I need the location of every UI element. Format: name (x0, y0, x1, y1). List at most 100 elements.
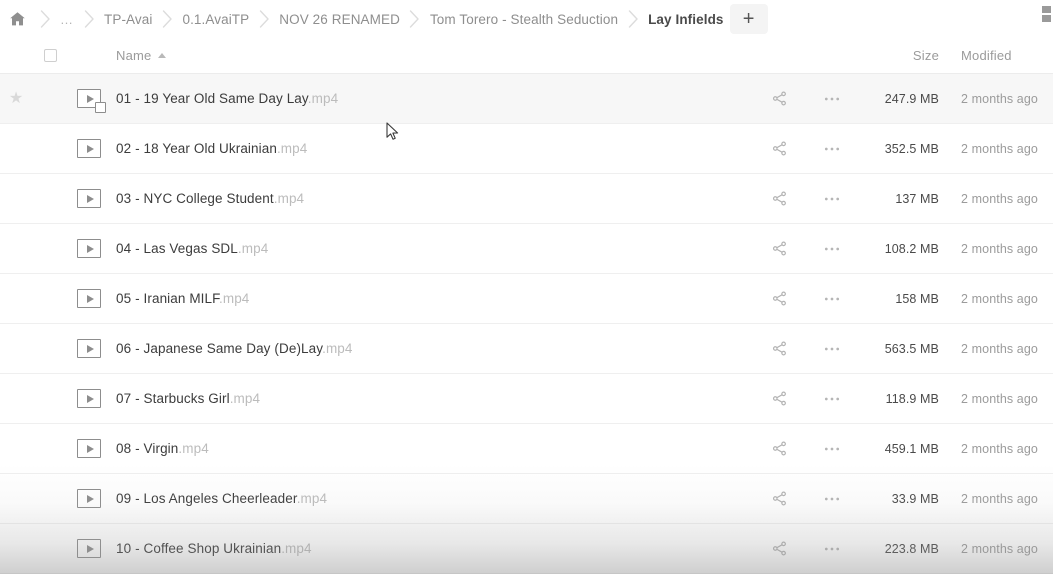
table-row[interactable]: 03 - NYC College Student.mp4 137 MB 2 mont… (0, 174, 1053, 224)
file-size-cell: 108.2 MB (857, 240, 943, 258)
more-horizontal-icon[interactable] (824, 146, 840, 152)
share-icon[interactable] (772, 241, 787, 256)
file-name-cell[interactable]: 08 - Virgin.mp4 (114, 440, 751, 458)
more-horizontal-icon[interactable] (824, 296, 840, 302)
share-icon[interactable] (772, 91, 787, 106)
more-cell[interactable] (807, 196, 857, 202)
share-cell[interactable] (751, 291, 807, 306)
file-name-link[interactable]: 05 - Iranian MILF.mp4 (116, 291, 249, 306)
share-cell[interactable] (751, 541, 807, 556)
file-extension: .mp4 (219, 290, 250, 306)
header-size-column[interactable]: Size (857, 47, 943, 65)
file-size-cell: 137 MB (857, 190, 943, 208)
header-modified-column[interactable]: Modified (943, 47, 1053, 65)
table-row[interactable]: 09 - Los Angeles Cheerleader.mp4 33.9 MB 2… (0, 474, 1053, 524)
table-row[interactable]: 02 - 18 Year Old Ukrainian.mp4 352.5 MB 2 … (0, 124, 1053, 174)
file-name-cell[interactable]: 10 - Coffee Shop Ukrainian.mp4 (114, 540, 751, 558)
share-cell[interactable] (751, 491, 807, 506)
star-cell[interactable]: ★ (0, 90, 32, 107)
breadcrumb-item[interactable]: 0.1.AvaiTP (180, 8, 251, 31)
more-cell[interactable] (807, 546, 857, 552)
more-horizontal-icon[interactable] (824, 346, 840, 352)
share-icon[interactable] (772, 191, 787, 206)
column-header-row: Name Size Modified (0, 38, 1053, 74)
select-all-checkbox[interactable] (43, 49, 57, 62)
file-name-cell[interactable]: 04 - Las Vegas SDL.mp4 (114, 240, 751, 258)
share-icon[interactable] (772, 441, 787, 456)
share-icon[interactable] (772, 391, 787, 406)
more-cell[interactable] (807, 496, 857, 502)
sort-ascending-icon[interactable] (158, 53, 167, 58)
share-cell[interactable] (751, 91, 807, 106)
share-cell[interactable] (751, 141, 807, 156)
share-cell[interactable] (751, 391, 807, 406)
file-name-cell[interactable]: 07 - Starbucks Girl.mp4 (114, 390, 751, 408)
header-name-column[interactable]: Name (114, 48, 751, 63)
share-cell[interactable] (751, 441, 807, 456)
more-cell[interactable] (807, 346, 857, 352)
breadcrumb-item[interactable]: NOV 26 RENAMED (277, 8, 402, 31)
more-cell[interactable] (807, 96, 857, 102)
file-name-text: 10 - Coffee Shop Ukrainian (116, 540, 282, 556)
table-row[interactable]: 06 - Japanese Same Day (De)Lay.mp4 563.5 … (0, 324, 1053, 374)
video-file-icon (77, 489, 101, 508)
more-horizontal-icon[interactable] (824, 546, 840, 552)
file-modified-cell: 2 months ago (943, 440, 1053, 458)
share-icon[interactable] (772, 541, 787, 556)
more-horizontal-icon[interactable] (824, 196, 840, 202)
more-dot (1041, 15, 1051, 22)
more-cell[interactable] (807, 146, 857, 152)
share-cell[interactable] (751, 191, 807, 206)
more-horizontal-icon[interactable] (824, 246, 840, 252)
home-icon[interactable] (6, 8, 28, 30)
more-cell[interactable] (807, 246, 857, 252)
star-icon[interactable]: ★ (9, 90, 23, 107)
more-cell[interactable] (807, 396, 857, 402)
file-name-cell[interactable]: 01 - 19 Year Old Same Day Lay.mp4 (114, 90, 751, 108)
file-name-cell[interactable]: 09 - Los Angeles Cheerleader.mp4 (114, 490, 751, 508)
breadcrumb-item[interactable]: … (58, 8, 76, 31)
table-row[interactable]: 08 - Virgin.mp4 459.1 MB 2 months ago (0, 424, 1053, 474)
file-name-link[interactable]: 07 - Starbucks Girl.mp4 (116, 391, 260, 406)
breadcrumb-item[interactable]: Tom Torero - Stealth Seduction (428, 8, 620, 31)
table-row[interactable]: 04 - Las Vegas SDL.mp4 108.2 MB 2 months a… (0, 224, 1053, 274)
file-name-link[interactable]: 04 - Las Vegas SDL.mp4 (116, 241, 268, 256)
more-vertical-icon[interactable] (1039, 4, 1053, 24)
table-row[interactable]: 07 - Starbucks Girl.mp4 118.9 MB 2 months … (0, 374, 1053, 424)
more-horizontal-icon[interactable] (824, 396, 840, 402)
share-cell[interactable] (751, 341, 807, 356)
table-row[interactable]: 10 - Coffee Shop Ukrainian.mp4 223.8 MB 2 … (0, 524, 1053, 574)
more-horizontal-icon[interactable] (824, 96, 840, 102)
more-cell[interactable] (807, 446, 857, 452)
share-icon[interactable] (772, 491, 787, 506)
more-horizontal-icon[interactable] (824, 446, 840, 452)
add-button[interactable]: + (729, 4, 768, 34)
breadcrumb-bar: … TP-Avai 0.1.AvaiTP NOV 26 RENAMED Tom Tore… (0, 0, 1053, 38)
breadcrumb-separator-icon (32, 10, 58, 28)
file-name-cell[interactable]: 06 - Japanese Same Day (De)Lay.mp4 (114, 340, 751, 358)
breadcrumb-item[interactable]: TP-Avai (102, 8, 154, 31)
share-icon[interactable] (772, 341, 787, 356)
file-name-cell[interactable]: 02 - 18 Year Old Ukrainian.mp4 (114, 140, 751, 158)
file-name-link[interactable]: 01 - 19 Year Old Same Day Lay.mp4 (116, 91, 338, 106)
table-row[interactable]: ★ 01 - 19 Year Old Same Day Lay.mp4 247.9 … (0, 74, 1053, 124)
file-name-link[interactable]: 09 - Los Angeles Cheerleader.mp4 (116, 491, 327, 506)
breadcrumb-item-current[interactable]: Lay Infields (646, 8, 725, 31)
file-icon-cell (68, 239, 114, 258)
breadcrumb-separator-icon (251, 10, 277, 28)
file-name-link[interactable]: 10 - Coffee Shop Ukrainian.mp4 (116, 541, 312, 556)
share-icon[interactable] (772, 291, 787, 306)
share-cell[interactable] (751, 241, 807, 256)
file-name-link[interactable]: 06 - Japanese Same Day (De)Lay.mp4 (116, 341, 353, 356)
file-name-link[interactable]: 08 - Virgin.mp4 (116, 441, 209, 456)
table-row[interactable]: 05 - Iranian MILF.mp4 158 MB 2 months ago (0, 274, 1053, 324)
file-name-link[interactable]: 02 - 18 Year Old Ukrainian.mp4 (116, 141, 307, 156)
file-name-cell[interactable]: 03 - NYC College Student.mp4 (114, 190, 751, 208)
share-icon[interactable] (772, 141, 787, 156)
more-cell[interactable] (807, 296, 857, 302)
file-name-cell[interactable]: 05 - Iranian MILF.mp4 (114, 290, 751, 308)
file-name-link[interactable]: 03 - NYC College Student.mp4 (116, 191, 304, 206)
more-horizontal-icon[interactable] (824, 496, 840, 502)
play-triangle-icon (86, 244, 94, 253)
select-all-checkbox-cell[interactable] (32, 49, 68, 62)
